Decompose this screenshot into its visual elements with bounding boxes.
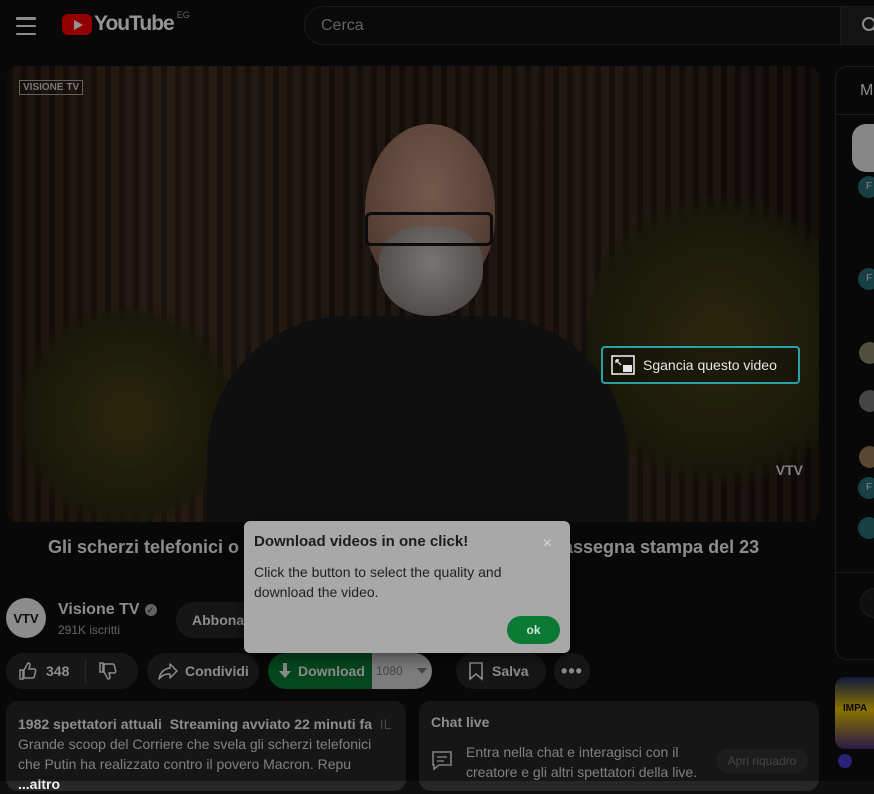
- search-button[interactable]: [840, 6, 874, 45]
- channel-watermark: VISIONE TV: [19, 80, 83, 95]
- download-tooltip: Download videos in one click! × Click th…: [244, 521, 570, 653]
- thumbnail-text: IMPA: [843, 703, 867, 714]
- search-placeholder: Cerca: [321, 17, 364, 35]
- youtube-play-icon: [62, 14, 92, 35]
- like-button[interactable]: 348: [6, 659, 86, 683]
- download-button[interactable]: Download 1080: [268, 653, 432, 689]
- description-tag: IL C: [380, 716, 394, 732]
- side-divider: [835, 572, 874, 573]
- verified-icon: ✓: [145, 604, 157, 616]
- dislike-button[interactable]: [86, 661, 118, 681]
- pip-icon: [611, 355, 635, 375]
- quality-value: 1080: [376, 664, 403, 678]
- description-line-2-row: che Putin ha realizzato contro il povero…: [18, 754, 394, 794]
- side-avatar[interactable]: [852, 124, 874, 172]
- channel-name[interactable]: Visione TV: [58, 601, 140, 618]
- channel-bug: VTV: [776, 462, 803, 478]
- close-icon[interactable]: ×: [543, 535, 552, 553]
- more-actions-button[interactable]: •••: [554, 653, 590, 689]
- channel-avatar[interactable]: VTV: [6, 598, 46, 638]
- side-avatar[interactable]: [858, 517, 874, 539]
- video-player[interactable]: VISIONE TV VTV: [7, 66, 819, 522]
- share-button[interactable]: Condividi: [147, 653, 259, 689]
- pip-label: Sgancia questo video: [643, 357, 777, 373]
- save-label: Salva: [492, 663, 529, 679]
- download-main[interactable]: Download: [268, 653, 372, 689]
- search-icon: [861, 16, 874, 36]
- bookmark-icon: [468, 661, 484, 681]
- share-label: Condividi: [185, 663, 249, 679]
- stream-start: Streaming avviato 22 minuti fa: [170, 716, 372, 732]
- side-video-thumbnail[interactable]: IMPA: [835, 677, 874, 749]
- save-button[interactable]: Salva: [456, 653, 546, 689]
- description-meta: 1982 spettatori attuali Streaming avviat…: [18, 714, 394, 734]
- tooltip-body: Click the button to select the quality a…: [254, 562, 560, 602]
- tooltip-title: Download videos in one click!: [254, 533, 560, 550]
- side-channel-icon[interactable]: [838, 754, 852, 768]
- live-chat-title: Chat live: [431, 714, 807, 730]
- chat-bubble-icon: [430, 749, 454, 773]
- speaker-glasses: [365, 212, 493, 246]
- video-title-end: assegna stampa del 23: [563, 537, 759, 558]
- country-code: EG: [177, 10, 190, 20]
- side-avatar[interactable]: [859, 390, 874, 412]
- side-badge: F: [858, 477, 874, 499]
- logo-text: YouTube: [94, 12, 174, 36]
- ok-button[interactable]: ok: [507, 616, 560, 644]
- side-divider: [835, 114, 874, 115]
- live-chat-description: Entra nella chat e interagisci con il cr…: [466, 742, 706, 782]
- download-arrow-icon: [278, 663, 292, 679]
- open-panel-button[interactable]: Apri riquadro: [716, 749, 808, 773]
- side-avatar[interactable]: [859, 446, 874, 468]
- quality-select[interactable]: 1080: [372, 653, 432, 689]
- top-bar: YouTube EG Cerca: [0, 0, 874, 52]
- speaker-body: [207, 316, 627, 522]
- side-badge: F: [858, 268, 874, 290]
- chevron-down-icon: [417, 668, 427, 674]
- channel-name-row[interactable]: Visione TV ✓: [58, 601, 157, 619]
- show-more-link[interactable]: ...altro: [18, 776, 60, 792]
- description-box[interactable]: 1982 spettatori attuali Streaming avviat…: [6, 701, 406, 791]
- thumbs-down-icon: [98, 661, 118, 681]
- youtube-logo[interactable]: YouTube EG: [62, 12, 190, 36]
- subscriber-count: 291K iscritti: [58, 623, 120, 637]
- description-line-2: che Putin ha realizzato contro il povero…: [18, 756, 351, 772]
- live-chat-box: Chat live Entra nella chat e interagisci…: [419, 701, 819, 791]
- like-dislike-group: 348: [6, 653, 138, 689]
- description-line-1: Grande scoop del Corriere che svela gli …: [18, 734, 394, 754]
- menu-icon[interactable]: [14, 14, 38, 38]
- like-count: 348: [46, 663, 69, 679]
- side-avatar[interactable]: [859, 342, 874, 364]
- download-label: Download: [298, 663, 365, 679]
- share-icon: [157, 661, 179, 681]
- side-badge: F: [858, 176, 874, 198]
- pip-button[interactable]: Sgancia questo video: [601, 346, 800, 384]
- search-input[interactable]: Cerca: [304, 6, 841, 45]
- viewer-count: 1982 spettatori attuali: [18, 716, 162, 732]
- side-panel-header: M: [860, 82, 873, 100]
- thumbs-up-icon: [18, 661, 38, 681]
